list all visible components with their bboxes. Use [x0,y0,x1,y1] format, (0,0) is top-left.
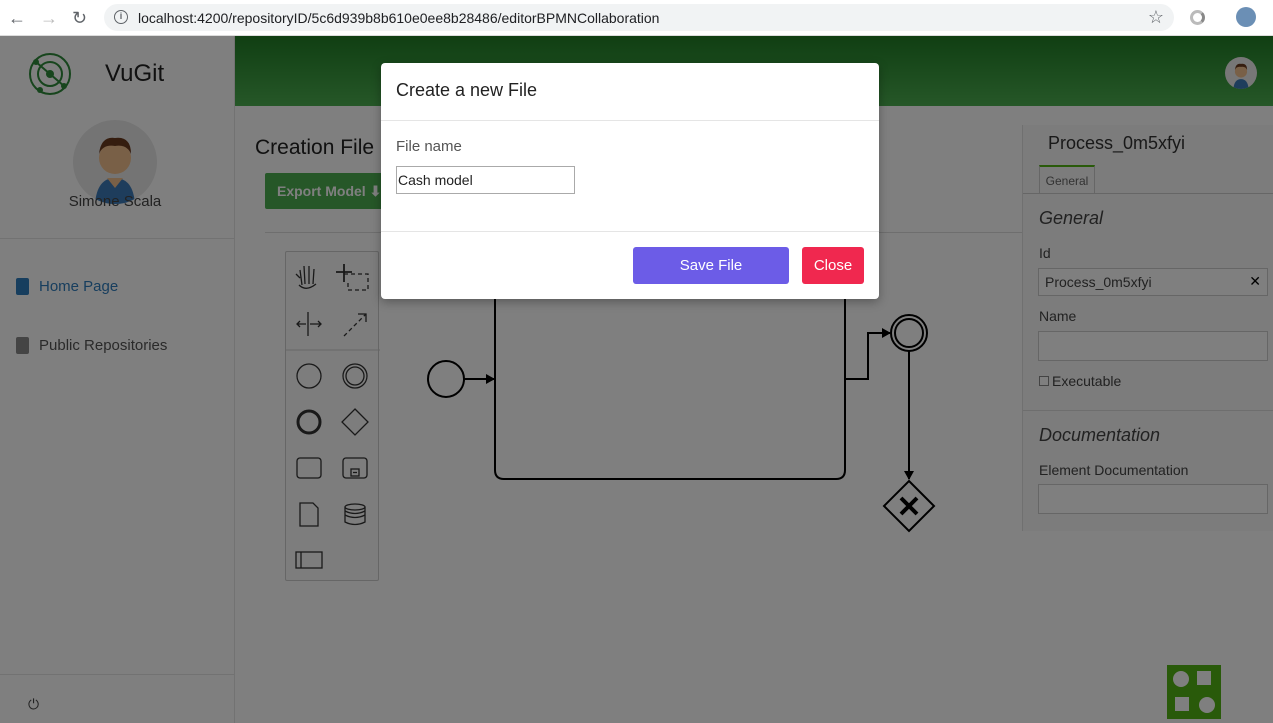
bookmark-star-icon[interactable]: ☆ [1148,7,1164,28]
dialog-title: Create a new File [396,80,538,100]
back-icon[interactable]: ← [8,8,26,29]
forward-icon[interactable]: → [40,8,58,29]
file-name-input[interactable] [396,166,575,194]
dialog-header-divider [381,120,879,121]
browser-toolbar: ← → ↻ i localhost:4200/repositoryID/5c6d… [0,0,1273,36]
address-bar[interactable]: i localhost:4200/repositoryID/5c6d939b8b… [104,4,1174,31]
info-icon[interactable]: i [114,10,128,24]
create-file-dialog: Create a new File File name Save File Cl… [381,63,879,299]
browser-profile-icon[interactable] [1236,7,1256,27]
save-file-button[interactable]: Save File [633,247,789,284]
url-text: localhost:4200/repositoryID/5c6d939b8b61… [138,10,660,26]
file-name-label: File name [396,138,462,155]
close-button[interactable]: Close [802,247,864,284]
extension-icon[interactable] [1190,10,1205,25]
reload-icon[interactable]: ↻ [72,8,87,29]
dialog-footer-divider [381,231,879,232]
